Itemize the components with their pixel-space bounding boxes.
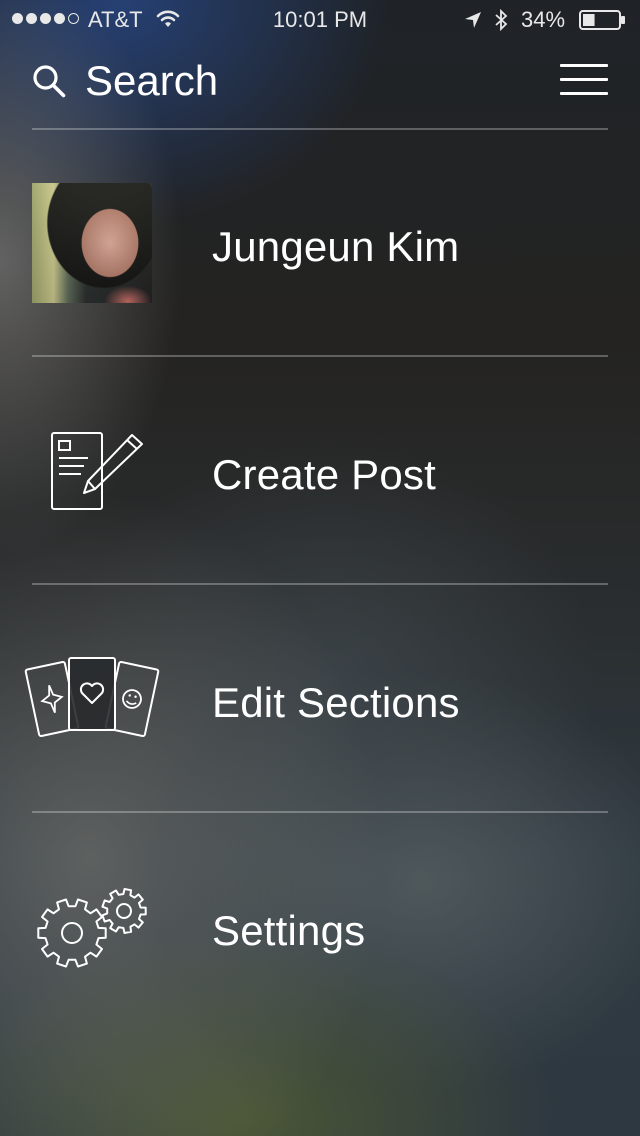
search-bar[interactable]: Search xyxy=(32,56,218,106)
profile-name: Jungeun Kim xyxy=(212,223,460,270)
hamburger-menu-icon[interactable] xyxy=(560,64,608,96)
settings-label: Settings xyxy=(212,907,366,954)
battery-icon xyxy=(579,10,625,30)
bluetooth-icon xyxy=(495,8,508,32)
menu-item-create-post[interactable]: Create Post xyxy=(0,357,640,583)
edit-sections-label: Edit Sections xyxy=(212,679,460,726)
gears-icon xyxy=(37,888,147,968)
menu-item-edit-sections[interactable]: Edit Sections xyxy=(0,585,640,811)
create-post-label: Create Post xyxy=(212,451,436,498)
search-icon xyxy=(33,65,66,98)
menu-item-profile[interactable]: Jungeun Kim xyxy=(0,130,640,356)
sections-cards-icon xyxy=(24,657,160,738)
battery-percent: 34% xyxy=(521,7,566,32)
profile-avatar xyxy=(32,183,152,303)
search-label: Search xyxy=(85,57,219,104)
menu-item-settings[interactable]: Settings xyxy=(0,813,640,1039)
create-post-icon xyxy=(51,432,143,510)
status-bar: AT&T 10:01 PM 34% xyxy=(0,0,640,40)
location-arrow-icon xyxy=(465,12,481,28)
